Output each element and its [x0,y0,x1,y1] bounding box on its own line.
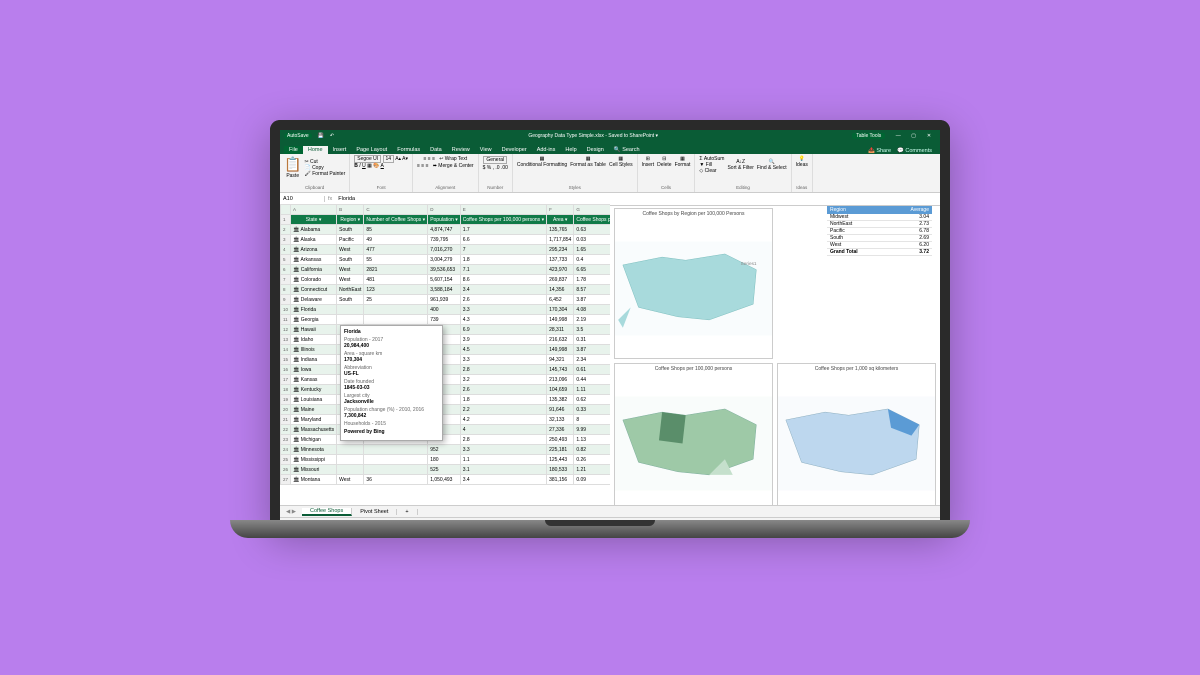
close-button[interactable]: ✕ [922,133,936,139]
table-row[interactable]: 22🏛 Massachusetts819427,3369.99 [281,425,611,435]
contextual-tab: Table Tools [852,133,885,139]
font-family-dropdown[interactable]: Segoe UI [354,155,381,163]
svg-text:Series1: Series1 [741,261,757,266]
font-size-dropdown[interactable]: 14 [383,155,395,163]
name-box[interactable]: A10 [280,196,325,202]
table-row[interactable]: 19🏛 Louisiana3331.8135,3820.62 [281,395,611,405]
sheet-nav[interactable]: ◀ ▶ [280,509,302,515]
chart-per-1000km[interactable]: Coffee Shops per 1,000 sq kilometers [777,363,936,514]
italic-button[interactable]: I [359,163,360,169]
table-row[interactable]: 14🏛 Illinois0234.5149,9983.87 [281,345,611,355]
clear-button[interactable]: ◇ Clear [699,168,724,174]
tab-developer[interactable]: Developer [497,146,532,154]
tab-addins[interactable]: Add-ins [532,146,561,154]
new-sheet-button[interactable]: + [397,509,417,515]
sheet-tab-coffee-shops[interactable]: Coffee Shops [302,508,352,516]
table-row[interactable]: 18🏛 Kentucky1602.6104,6591.11 [281,385,611,395]
table-row[interactable]: 20🏛 Maine9072.291,6460.33 [281,405,611,415]
fx-icon[interactable]: fx [325,196,335,202]
underline-button[interactable]: U [362,163,366,169]
table-row[interactable]: 16🏛 Iowa7112.8145,7430.61 [281,365,611,375]
formula-input[interactable]: Florida [335,196,358,202]
tab-formulas[interactable]: Formulas [392,146,425,154]
comments-button[interactable]: 💬 Comments [897,148,932,154]
table-row[interactable]: 26🏛 Missouri5253.1180,5331.21 [281,465,611,475]
tab-review[interactable]: Review [447,146,475,154]
table-row[interactable]: 13🏛 Idaho9433.9216,6320.31 [281,335,611,345]
table-row[interactable]: 15🏛 Indiana8183.394,3212.34 [281,355,611,365]
wrap-text-button[interactable]: ↩ Wrap Text [439,156,467,162]
autosave-toggle[interactable]: AutoSave [284,133,312,139]
delete-cells-button[interactable]: ⊟Delete [657,156,671,168]
tab-data[interactable]: Data [425,146,447,154]
merge-button[interactable]: ⬌ Merge & Center [433,163,474,169]
table-row[interactable]: 5🏛 ArkansasSouth553,004,2791.8137,7330.4 [281,255,611,265]
table-row[interactable]: 4🏛 ArizonaWest4777,016,2707295,2341.65 [281,245,611,255]
save-icon[interactable]: 💾 [318,133,324,139]
tab-page-layout[interactable]: Page Layout [351,146,392,154]
table-row[interactable]: 6🏛 CaliforniaWest282139,536,6537.1423,97… [281,265,611,275]
table-row[interactable]: 3🏛 AlaskaPacific49739,7956.61,717,8540.0… [281,235,611,245]
chart-region-map[interactable]: Coffee Shops by Region per 100,000 Perso… [614,208,773,359]
sort-filter-button[interactable]: A↓ZSort & Filter [727,159,753,171]
table-row[interactable]: 9🏛 DelawareSouth25961,9392.66,4523.87 [281,295,611,305]
insert-cells-button[interactable]: ⊞Insert [642,156,655,168]
worksheet[interactable]: ABCDEFG1State ▾Region ▾Number of Coffee … [280,204,610,518]
tell-me[interactable]: 🔍 Search [609,146,645,154]
paste-icon[interactable]: 📋 [284,156,301,172]
table-row[interactable]: 21🏛 Maryland1774.232,1338 [281,415,611,425]
title-bar: AutoSave 💾 ↶ Geography Data Type Simple.… [280,130,940,142]
format-painter-button[interactable]: 🖌 Format Painter [304,171,345,177]
format-cells-button[interactable]: ▦Format [675,156,691,168]
ideas-button[interactable]: 💡Ideas [796,156,808,168]
table-row[interactable]: 12🏛 Hawaii5386.928,3113.5 [281,325,611,335]
data-type-card: Florida Population - 201720,984,400Area … [340,325,443,441]
table-row[interactable]: 11🏛 Georgia7394.3149,9982.19 [281,315,611,325]
tab-design[interactable]: Design [582,146,609,154]
table-row[interactable]: 2🏛 AlabamaSouth854,874,7471.7135,7650.63 [281,225,611,235]
share-button[interactable]: 📤 Share [868,148,891,154]
tab-insert[interactable]: Insert [328,146,352,154]
pivot-table[interactable]: RegionAverage Midwest3.04NorthEast2.73Pa… [827,206,932,256]
number-format-dropdown[interactable]: General [483,156,507,164]
table-row[interactable]: 24🏛 Minnesota9523.3225,1810.82 [281,445,611,455]
bold-button[interactable]: B [354,163,358,169]
minimize-button[interactable]: — [891,133,905,139]
ribbon-tabs: File Home Insert Page Layout Formulas Da… [280,142,940,154]
table-row[interactable]: 7🏛 ColoradoWest4815,607,1548.6269,8371.7… [281,275,611,285]
undo-icon[interactable]: ↶ [330,133,334,139]
chart-per-100k[interactable]: Coffee Shops per 100,000 persons [614,363,773,514]
maximize-button[interactable]: ▢ [907,133,921,139]
conditional-formatting-button[interactable]: ▦Conditional Formatting [517,156,567,168]
tab-home[interactable]: Home [303,146,328,154]
tab-help[interactable]: Help [560,146,581,154]
format-as-table-button[interactable]: ▦Format as Table [570,156,606,168]
find-select-button[interactable]: 🔍Find & Select [757,159,787,171]
table-row[interactable]: 17🏛 Kansas1233.2213,0960.44 [281,375,611,385]
sheet-tab-pivot[interactable]: Pivot Sheet [352,509,397,515]
cell-styles-button[interactable]: ▦Cell Styles [609,156,633,168]
ribbon: 📋Paste ✂ Cut 📄 Copy 🖌 Format Painter Cli… [280,154,940,193]
table-row[interactable]: 27🏛 MontanaWest361,050,4933.4381,1560.09 [281,475,611,485]
tab-view[interactable]: View [475,146,497,154]
table-row[interactable]: 10🏛 Florida4003.3170,3044.08 [281,305,611,315]
table-row[interactable]: 23🏛 Michigan3112.8250,4931.13 [281,435,611,445]
table-row[interactable]: 8🏛 ConnecticutNorthEast1233,588,1843.414… [281,285,611,295]
table-row[interactable]: 25🏛 Mississippi1801.1125,4430.26 [281,455,611,465]
tab-file[interactable]: File [284,146,303,154]
